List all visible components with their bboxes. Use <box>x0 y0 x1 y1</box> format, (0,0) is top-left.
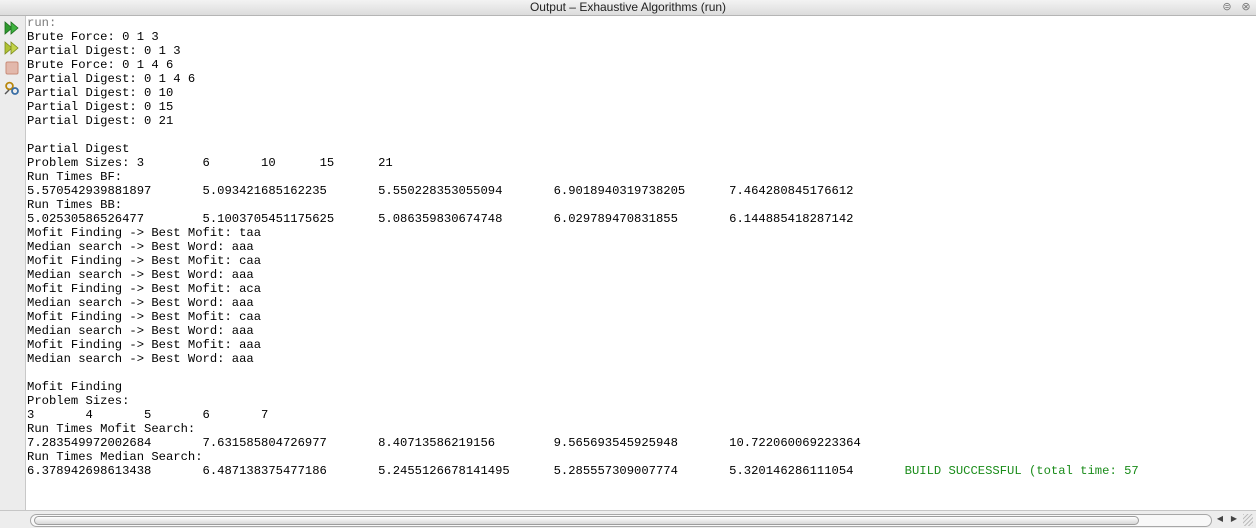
console-line: Brute Force: 0 1 3 <box>27 30 159 44</box>
console-line: Run Times Median Search: <box>27 450 203 464</box>
console-line: Median search -> Best Word: aaa <box>27 324 254 338</box>
console-line: Problem Sizes: 3 6 10 15 21 <box>27 156 393 170</box>
run-line: run: <box>27 16 57 30</box>
console-line: Mofit Finding -> Best Mofit: caa <box>27 254 262 268</box>
console-line: Partial Digest: 0 1 3 <box>27 44 181 58</box>
horizontal-scrollbar[interactable] <box>30 514 1212 527</box>
console-toolbar <box>0 16 26 512</box>
build-status: BUILD SUCCESSFUL (total time: 57 <box>904 464 1139 478</box>
scrollbar-thumb[interactable] <box>34 516 1139 525</box>
output-window: Output – Exhaustive Algorithms (run) ⊜ ⊗ <box>0 0 1256 528</box>
console-line: Median search -> Best Word: aaa <box>27 240 254 254</box>
console-line: Partial Digest: 0 21 <box>27 114 174 128</box>
console-line: Median search -> Best Word: aaa <box>27 296 254 310</box>
console-line: Median search -> Best Word: aaa <box>27 352 254 366</box>
console-line: Mofit Finding -> Best Mofit: caa <box>27 310 262 324</box>
console-line: Partial Digest: 0 10 <box>27 86 174 100</box>
console-line: Mofit Finding -> Best Mofit: aca <box>27 282 262 296</box>
console-output[interactable]: run: Brute Force: 0 1 3 Partial Digest: … <box>27 16 1256 510</box>
stop-icon[interactable] <box>3 59 21 77</box>
console-line: Run Times BB: <box>27 198 123 212</box>
scroll-right-icon[interactable]: ▶ <box>1228 513 1240 525</box>
console-line: 5.570542939881897 5.093421685162235 5.55… <box>27 184 854 198</box>
last-output-line: 6.378942698613438 6.487138375477186 5.24… <box>27 464 905 478</box>
window-title: Output – Exhaustive Algorithms (run) <box>529 0 727 14</box>
console-line: Run Times Mofit Search: <box>27 422 196 436</box>
close-icon[interactable]: ⊗ <box>1240 1 1252 13</box>
console-line: Brute Force: 0 1 4 6 <box>27 58 174 72</box>
rerun-icon[interactable] <box>3 19 21 37</box>
console-line: 3 4 5 6 7 <box>27 408 269 422</box>
resize-grip[interactable] <box>1243 514 1253 526</box>
console-line: Median search -> Best Word: aaa <box>27 268 254 282</box>
console-line: Mofit Finding -> Best Mofit: taa <box>27 226 262 240</box>
console-line: 5.02530586526477 5.1003705451175625 5.08… <box>27 212 854 226</box>
scroll-left-icon[interactable]: ◀ <box>1214 513 1226 525</box>
settings-icon[interactable] <box>3 79 21 97</box>
console-line: Partial Digest: 0 1 4 6 <box>27 72 196 86</box>
console-line: Problem Sizes: <box>27 394 130 408</box>
rerun-with-options-icon[interactable] <box>3 39 21 57</box>
console-line: Run Times BF: <box>27 170 123 184</box>
console-line: Partial Digest: 0 15 <box>27 100 174 114</box>
console-line: 7.283549972002684 7.631585804726977 8.40… <box>27 436 861 450</box>
console-line: Mofit Finding <box>27 380 123 394</box>
restore-icon[interactable]: ⊜ <box>1221 1 1233 13</box>
console-lines: Brute Force: 0 1 3 Partial Digest: 0 1 3… <box>27 30 861 464</box>
title-bar: Output – Exhaustive Algorithms (run) ⊜ ⊗ <box>0 0 1256 16</box>
bottom-bar: ◀ ▶ <box>0 510 1256 528</box>
console-line: Mofit Finding -> Best Mofit: aaa <box>27 338 262 352</box>
console-line: Partial Digest <box>27 142 130 156</box>
